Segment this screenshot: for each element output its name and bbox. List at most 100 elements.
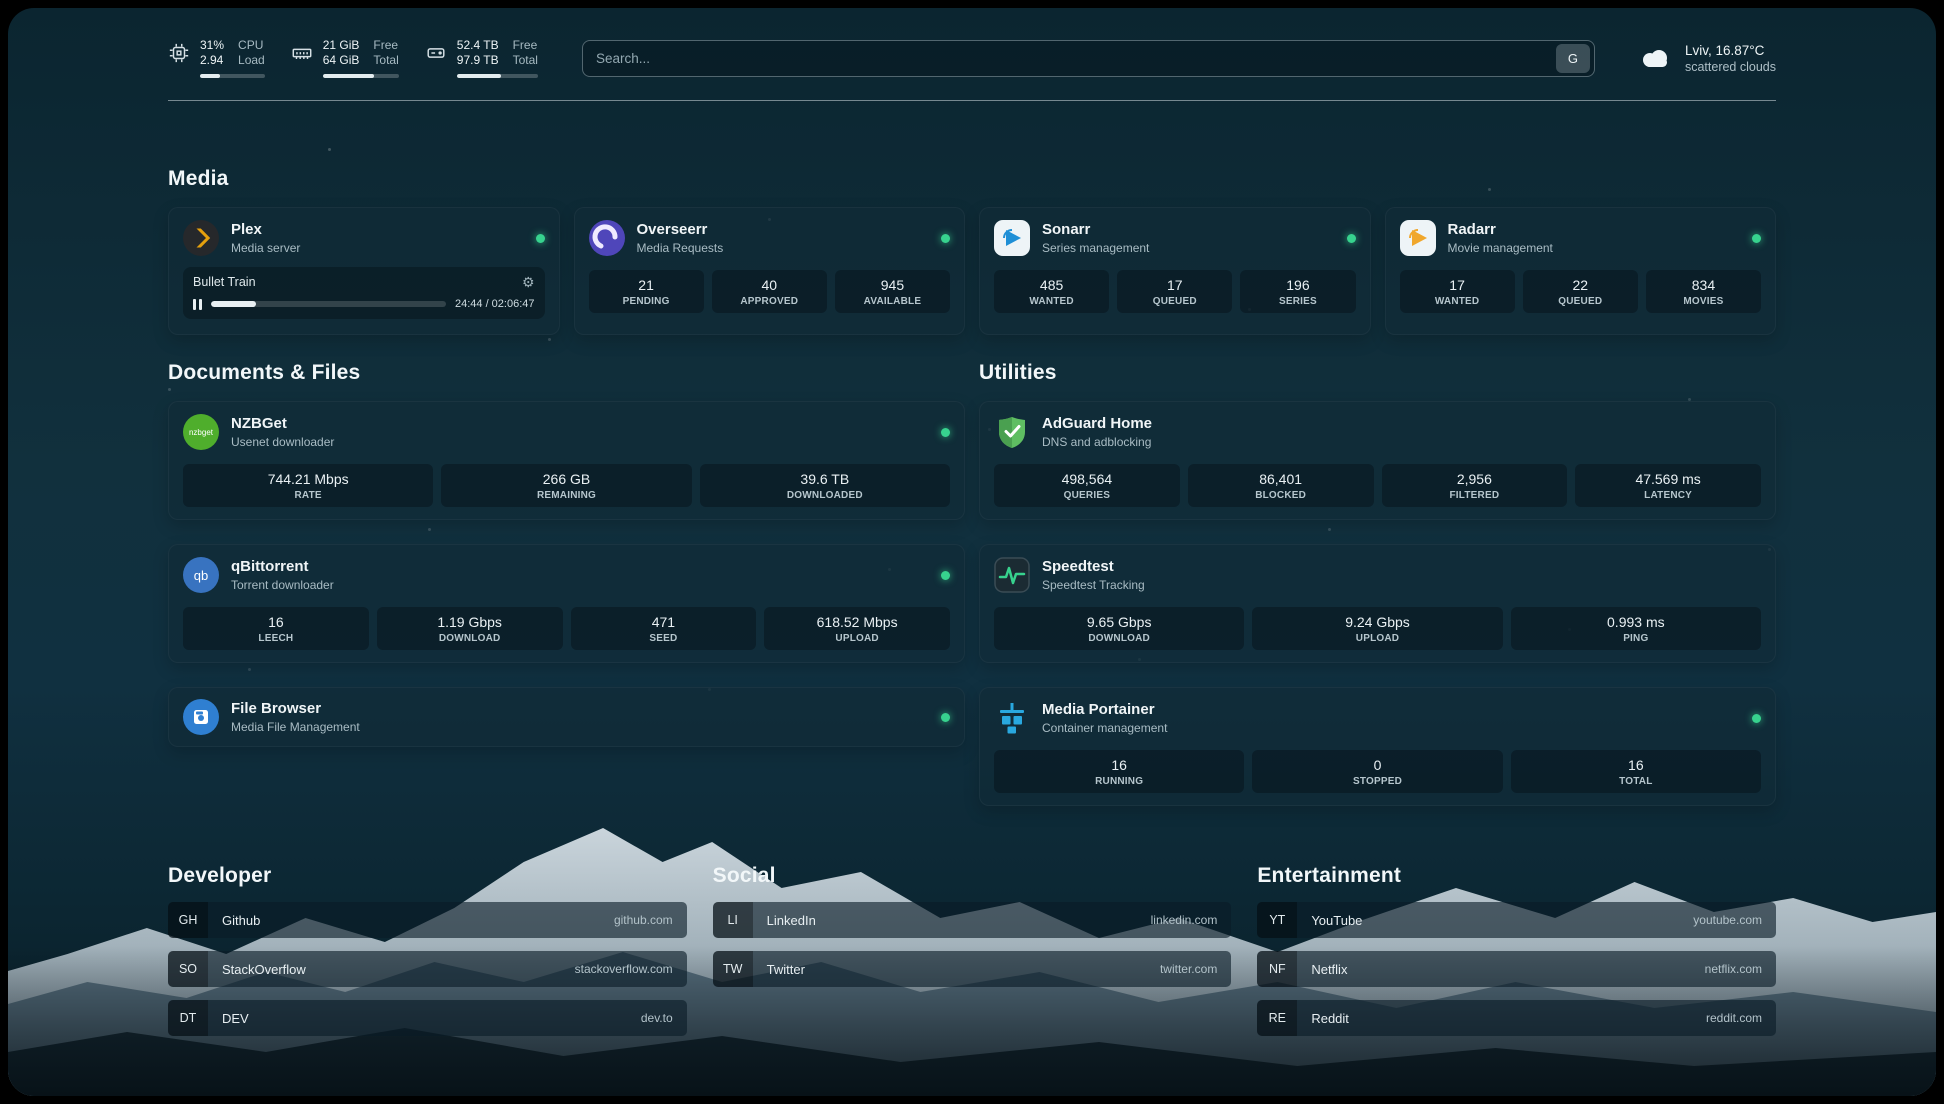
cpu-label-bottom: Load	[238, 53, 265, 68]
card-title: Overseerr	[637, 221, 724, 239]
disk-monitor: 52.4 TB 97.9 TB Free Total	[425, 38, 538, 78]
card-subtitle: Series management	[1042, 241, 1149, 255]
stat: 834 MOVIES	[1646, 270, 1761, 313]
stat: 9.24 Gbps UPLOAD	[1252, 607, 1502, 650]
bookmark-domain: github.com	[614, 902, 687, 938]
stat-value: 471	[575, 614, 753, 630]
stat-label: QUERIES	[998, 490, 1176, 501]
status-dot	[536, 234, 545, 243]
status-dot	[1752, 714, 1761, 723]
stat-label: WANTED	[998, 296, 1105, 307]
adguard-icon	[994, 414, 1030, 450]
top-bar: 31% 2.94 CPU Load	[168, 8, 1776, 78]
cpu-progress-bar	[200, 74, 265, 78]
stat-label: RUNNING	[998, 776, 1240, 787]
card-nzbget[interactable]: nzbget NZBGet Usenet downloader 744.21 M…	[168, 401, 965, 520]
stat-value: 86,401	[1192, 471, 1370, 487]
card-sonarr[interactable]: Sonarr Series management 485 WANTED 17 Q…	[979, 207, 1371, 335]
bookmark-linkedin[interactable]: LI LinkedIn linkedin.com	[713, 902, 1232, 938]
speedtest-icon	[994, 557, 1030, 593]
stat-value: 9.65 Gbps	[998, 614, 1240, 630]
bookmark-name: Netflix	[1297, 951, 1347, 987]
card-speedtest[interactable]: Speedtest Speedtest Tracking 9.65 Gbps D…	[979, 544, 1776, 663]
pause-icon[interactable]	[193, 299, 202, 310]
bookmarks-social: Social LI LinkedIn linkedin.com TW Twitt…	[713, 864, 1232, 1036]
card-title: qBittorrent	[231, 558, 334, 576]
status-dot	[941, 571, 950, 580]
card-title: Radarr	[1448, 221, 1553, 239]
memory-monitor: 21 GiB 64 GiB Free Total	[291, 38, 399, 78]
stat-value: 744.21 Mbps	[187, 471, 429, 487]
status-dot	[941, 234, 950, 243]
stat-label: MOVIES	[1650, 296, 1757, 307]
card-qbittorrent[interactable]: qb qBittorrent Torrent downloader 16	[168, 544, 965, 663]
card-adguard[interactable]: AdGuard Home DNS and adblocking 498,564 …	[979, 401, 1776, 520]
card-filebrowser[interactable]: File Browser Media File Management	[168, 687, 965, 747]
card-radarr[interactable]: Radarr Movie management 17 WANTED 22 QUE…	[1385, 207, 1777, 335]
card-title: File Browser	[231, 700, 360, 718]
stat-label: UPLOAD	[768, 633, 946, 644]
stat: 498,564 QUERIES	[994, 464, 1180, 507]
stat-value: 498,564	[998, 471, 1176, 487]
stat-value: 16	[187, 614, 365, 630]
bookmark-stackoverflow[interactable]: SO StackOverflow stackoverflow.com	[168, 951, 687, 987]
card-title: Media Portainer	[1042, 701, 1167, 719]
stat-value: 1.19 Gbps	[381, 614, 559, 630]
bookmark-netflix[interactable]: NF Netflix netflix.com	[1257, 951, 1776, 987]
gear-icon[interactable]: ⚙	[522, 275, 535, 289]
bookmark-dev[interactable]: DT DEV dev.to	[168, 1000, 687, 1036]
disk-free: 52.4 TB	[457, 38, 499, 53]
card-subtitle: Torrent downloader	[231, 578, 334, 592]
system-monitors: 31% 2.94 CPU Load	[168, 38, 538, 78]
bookmark-reddit[interactable]: RE Reddit reddit.com	[1257, 1000, 1776, 1036]
section-title-social: Social	[713, 864, 1232, 888]
stat: 266 GB REMAINING	[441, 464, 691, 507]
memory-icon	[291, 42, 313, 64]
status-dot	[1347, 234, 1356, 243]
weather-location: Lviv, 16.87°C	[1685, 42, 1776, 59]
cpu-monitor: 31% 2.94 CPU Load	[168, 38, 265, 78]
stat-label: WANTED	[1404, 296, 1511, 307]
stat: 17 QUEUED	[1117, 270, 1232, 313]
bookmark-abbr: GH	[168, 902, 208, 938]
stat: 21 PENDING	[589, 270, 704, 313]
search-provider-button[interactable]: G	[1556, 44, 1590, 73]
card-title: Speedtest	[1042, 558, 1145, 576]
bookmark-twitter[interactable]: TW Twitter twitter.com	[713, 951, 1232, 987]
stat-label: BLOCKED	[1192, 490, 1370, 501]
plex-now-playing: Bullet Train ⚙ 24:44 / 02:06:47	[183, 267, 545, 319]
disk-total: 97.9 TB	[457, 53, 499, 68]
weather-widget[interactable]: Lviv, 16.87°C scattered clouds	[1637, 42, 1776, 75]
stat-value: 40	[716, 277, 823, 293]
stat-value: 39.6 TB	[704, 471, 946, 487]
section-title-entertainment: Entertainment	[1257, 864, 1776, 888]
bookmark-name: Twitter	[753, 951, 805, 987]
card-subtitle: Speedtest Tracking	[1042, 578, 1145, 592]
card-title: Sonarr	[1042, 221, 1149, 239]
bookmark-abbr: RE	[1257, 1000, 1297, 1036]
stat-value: 16	[1515, 757, 1757, 773]
stat-value: 0	[1256, 757, 1498, 773]
card-plex[interactable]: Plex Media server Bullet Train ⚙	[168, 207, 560, 335]
bookmark-youtube[interactable]: YT YouTube youtube.com	[1257, 902, 1776, 938]
dashboard-screen: 31% 2.94 CPU Load	[8, 8, 1936, 1096]
section-title-documents: Documents & Files	[168, 361, 965, 385]
disk-icon	[425, 42, 447, 64]
playback-progress-bar[interactable]	[211, 301, 446, 307]
bookmark-name: StackOverflow	[208, 951, 306, 987]
stat-value: 47.569 ms	[1579, 471, 1757, 487]
svg-text:qb: qb	[194, 568, 208, 583]
card-overseerr[interactable]: Overseerr Media Requests 21 PENDING 40 A…	[574, 207, 966, 335]
stat-value: 485	[998, 277, 1105, 293]
cpu-icon	[168, 42, 190, 64]
cpu-label-top: CPU	[238, 38, 265, 53]
card-portainer[interactable]: Media Portainer Container management 16 …	[979, 687, 1776, 806]
stat-label: APPROVED	[716, 296, 823, 307]
status-dot	[1752, 234, 1761, 243]
stat-value: 2,956	[1386, 471, 1564, 487]
search-input[interactable]	[596, 51, 1556, 66]
stat-label: LATENCY	[1579, 490, 1757, 501]
stat-label: QUEUED	[1121, 296, 1228, 307]
section-title-utilities: Utilities	[979, 361, 1776, 385]
bookmark-github[interactable]: GH Github github.com	[168, 902, 687, 938]
